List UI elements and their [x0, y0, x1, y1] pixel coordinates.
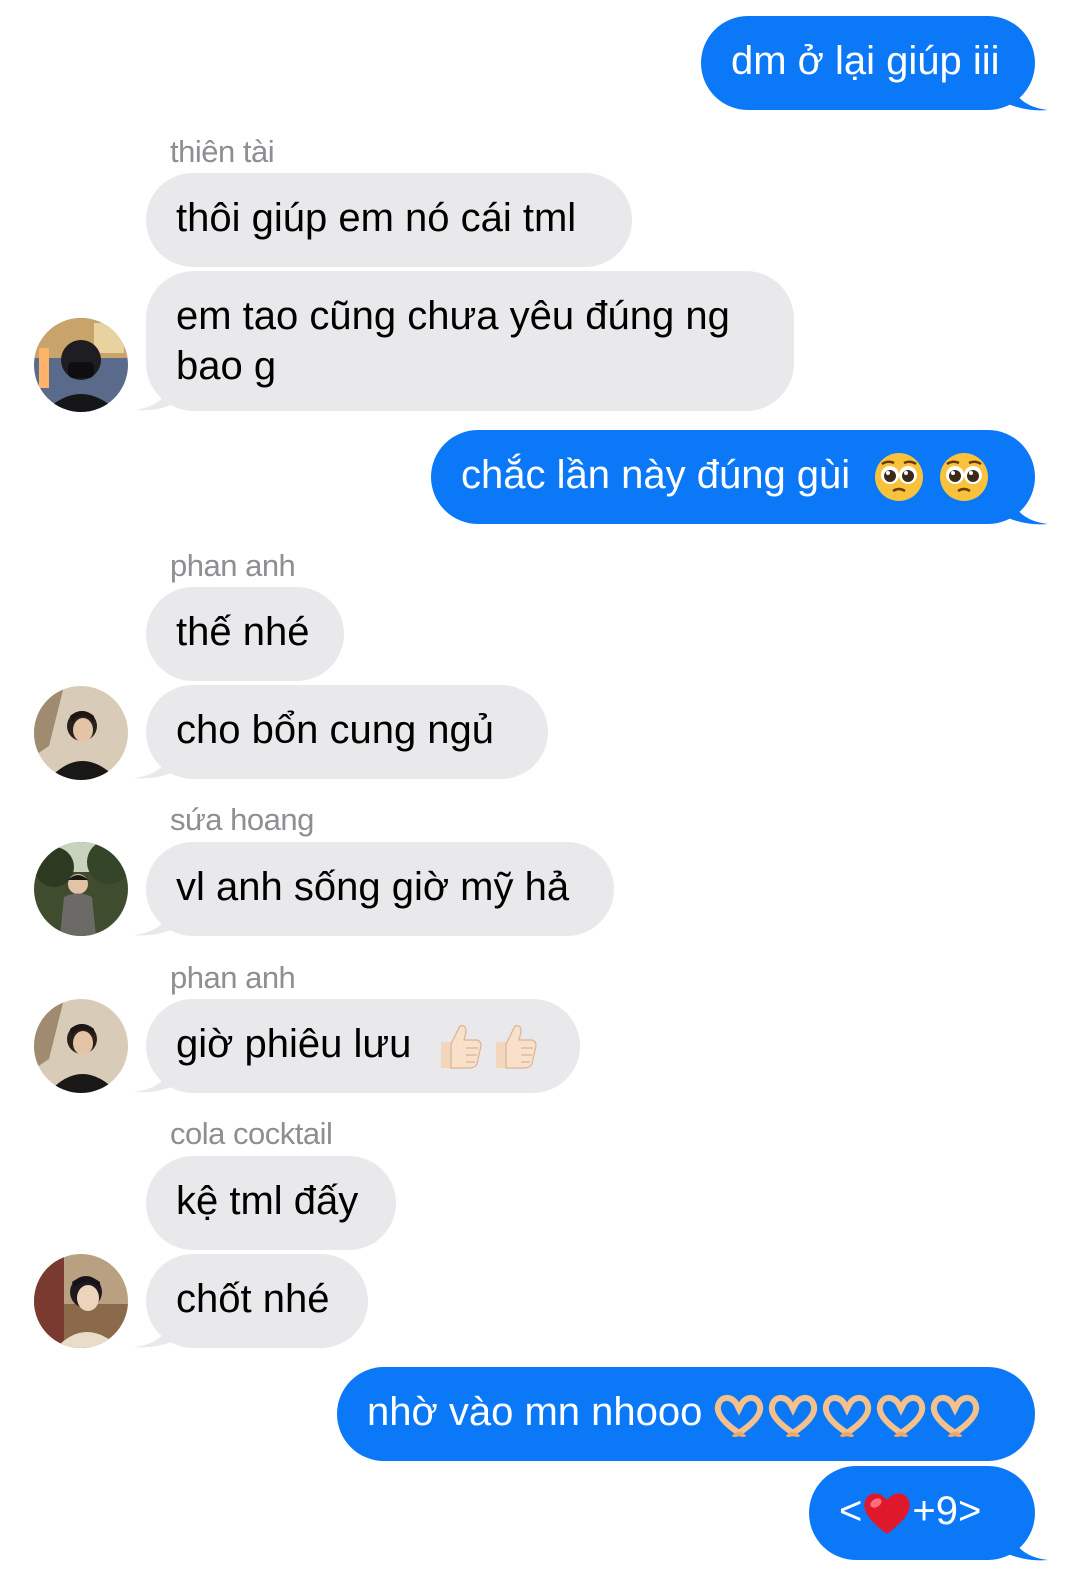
pleading-face-icon	[875, 453, 924, 502]
avatar[interactable]	[34, 318, 128, 412]
incoming-message[interactable]: giờ phiêu lưu	[146, 999, 580, 1093]
bubble-tail	[134, 897, 174, 936]
bubble-tail	[1008, 1522, 1048, 1561]
sender-name: phan anh	[170, 960, 296, 995]
thumbs-up-icon	[440, 1025, 482, 1070]
outgoing-message[interactable]: nhờ vào mn nhooo	[337, 1367, 1035, 1461]
message-text: nhờ vào mn nhooo	[367, 1390, 703, 1434]
avatar[interactable]	[34, 842, 128, 936]
message-text: chốt nhé	[176, 1277, 330, 1321]
bubble-tail	[134, 740, 174, 779]
message-text: thế nhé	[176, 610, 310, 654]
heart-hands-icon	[877, 1395, 926, 1438]
pleading-face-icon	[940, 453, 989, 502]
outgoing-message[interactable]: dm ở lại giúp iii	[701, 16, 1035, 110]
message-text-before: <	[839, 1489, 863, 1533]
heart-hands-icon	[769, 1395, 818, 1438]
message-text: em tao cũng chưa yêu đúng ng bao g	[176, 294, 730, 388]
outgoing-message[interactable]: < +9>	[809, 1466, 1035, 1560]
message-text-after: +9>	[912, 1489, 982, 1533]
thumbs-up-icon	[495, 1025, 537, 1070]
red-heart-icon	[864, 1493, 911, 1535]
incoming-message[interactable]: thế nhé	[146, 587, 344, 681]
avatar[interactable]	[34, 1254, 128, 1348]
message-thread: dm ở lại giúp iii thiên tài thôi giúp em…	[0, 0, 1080, 1577]
bubble-tail	[1008, 486, 1048, 525]
heart-hands-icon	[715, 1395, 764, 1438]
incoming-message[interactable]: kệ tml đấy	[146, 1156, 396, 1250]
sender-name: sứa hoang	[170, 802, 314, 837]
avatar[interactable]	[34, 999, 128, 1093]
message-text: chắc lần này đúng gùi	[461, 453, 851, 497]
bubble-tail	[134, 1309, 174, 1348]
message-text: cho bổn cung ngủ	[176, 708, 495, 752]
bubble-tail	[134, 1054, 174, 1093]
sender-name: phan anh	[170, 548, 296, 583]
incoming-message[interactable]: cho bổn cung ngủ	[146, 685, 548, 779]
bubble-tail	[1008, 72, 1048, 111]
bubble-tail	[134, 372, 174, 411]
message-text: kệ tml đấy	[176, 1179, 359, 1223]
incoming-message[interactable]: thôi giúp em nó cái tml	[146, 173, 632, 267]
incoming-message[interactable]: em tao cũng chưa yêu đúng ng bao g	[146, 271, 794, 411]
message-text: thôi giúp em nó cái tml	[176, 196, 577, 240]
sender-name: thiên tài	[170, 134, 275, 169]
heart-hands-icon	[823, 1395, 872, 1438]
heart-hands-icon	[931, 1395, 980, 1438]
outgoing-message[interactable]: chắc lần này đúng gùi	[431, 430, 1035, 524]
heart-hands-group	[713, 1390, 981, 1438]
incoming-message[interactable]: chốt nhé	[146, 1254, 368, 1348]
incoming-message[interactable]: vl anh sống giờ mỹ hả	[146, 842, 614, 936]
message-text: vl anh sống giờ mỹ hả	[176, 865, 570, 909]
message-text: giờ phiêu lưu	[176, 1022, 412, 1066]
message-text: dm ở lại giúp iii	[731, 39, 1000, 83]
sender-name: cola cocktail	[170, 1116, 333, 1151]
avatar[interactable]	[34, 686, 128, 780]
